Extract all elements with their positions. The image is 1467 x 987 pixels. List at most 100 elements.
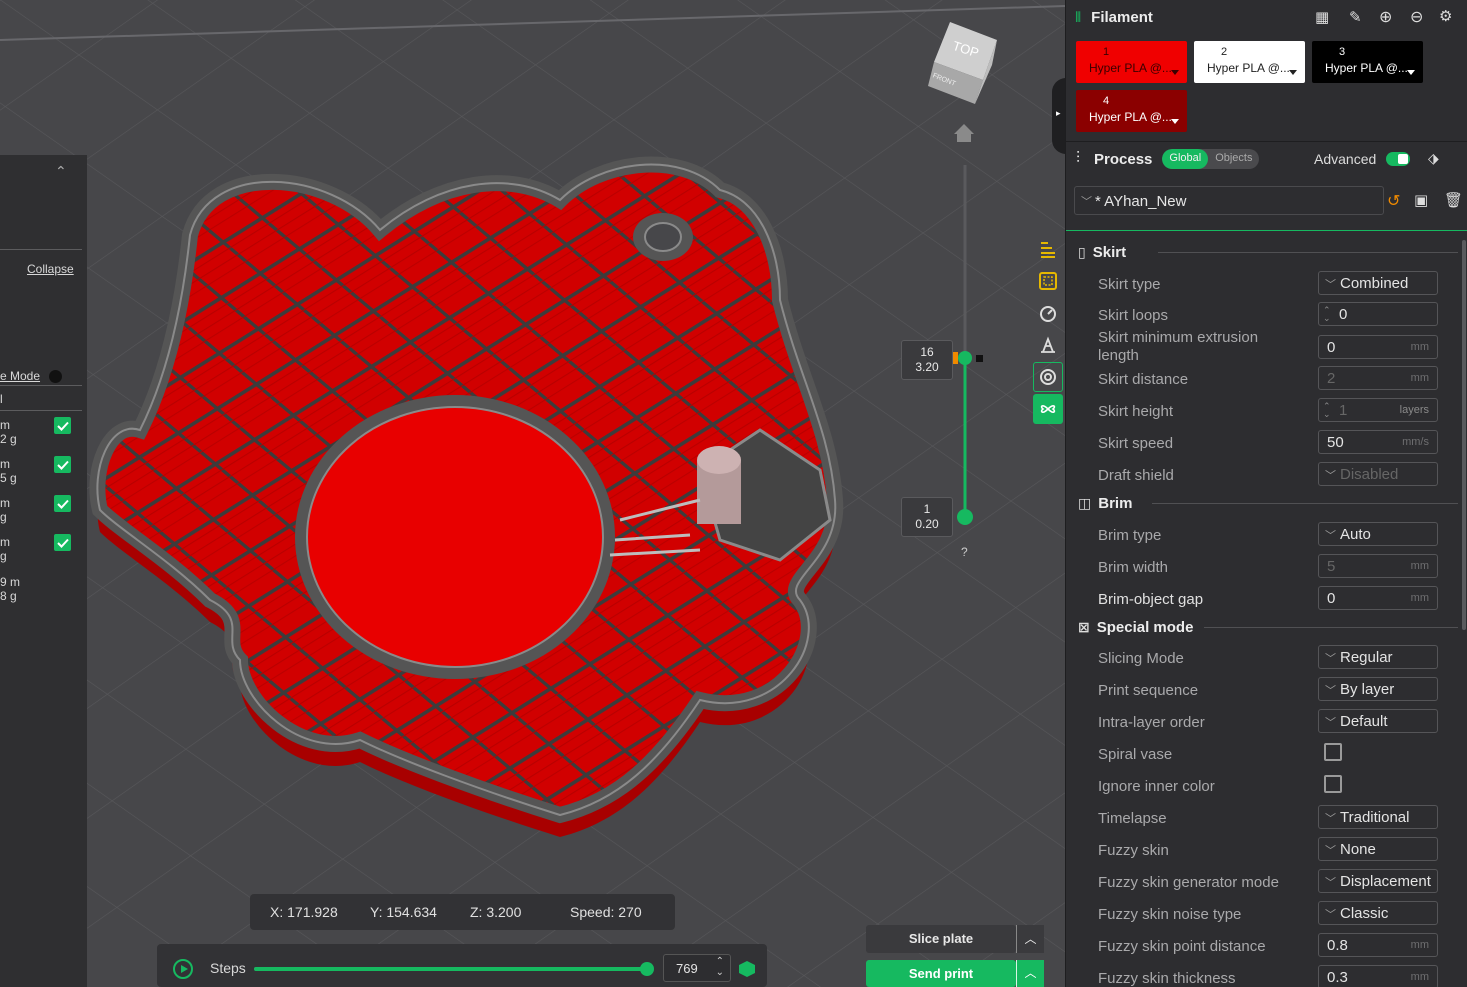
save-icon[interactable]: ▣ (1414, 191, 1428, 209)
play-icon[interactable] (173, 959, 193, 979)
chevron-down-icon (1171, 119, 1179, 124)
setting-brim-type: Brim type ﹀ Auto (1098, 522, 1458, 550)
skirt-min-extrusion-input[interactable]: 0 mm (1318, 335, 1438, 359)
checkbox-checked[interactable] (54, 456, 71, 473)
setting-fuzzy-thickness: Fuzzy skin thickness 0.3 mm (1098, 965, 1458, 987)
mode-radio[interactable] (49, 370, 62, 383)
skirt-speed-input[interactable]: 50 mm/s (1318, 430, 1438, 454)
setting-draft-shield: Draft shield ﹀ Disabled (1098, 462, 1458, 490)
chevron-down-icon (1289, 70, 1297, 75)
settings-gear-icon[interactable]: ⚙ (1439, 7, 1452, 25)
edit-filament-icon[interactable]: ✎ (1349, 8, 1362, 26)
chevron-down-icon: ﹀ (1081, 196, 1092, 208)
sidebar-collapse-tab[interactable]: ▸ (1052, 78, 1065, 154)
filament-chip-3[interactable]: 3 Hyper PLA @... (1312, 41, 1423, 83)
setting-fuzzy-noise-type: Fuzzy skin noise type ﹀ Classic (1098, 901, 1458, 929)
collapse-link[interactable]: Collapse (27, 262, 74, 276)
skirt-icon: ▯ (1078, 243, 1086, 260)
steps-slider[interactable] (254, 962, 654, 976)
slicing-mode-select[interactable]: ﹀ Regular (1318, 645, 1438, 669)
slice-plate-button[interactable]: Slice plate (866, 925, 1016, 953)
steps-slider-thumb[interactable] (640, 962, 654, 976)
setting-brim-width: Brim width 5 mm (1098, 554, 1458, 582)
skirt-type-select[interactable]: ﹀ Combined (1318, 271, 1438, 295)
setting-skirt-height: Skirt height ⌃ ⌄ 1 layers (1098, 398, 1458, 426)
expand-up-icon[interactable]: ⌃ (55, 163, 67, 180)
brim-type-select[interactable]: ﹀ Auto (1318, 522, 1438, 546)
setting-skirt-loops: Skirt loops ⌃ ⌄ 0 (1098, 302, 1458, 330)
help-button[interactable]: ? (961, 545, 968, 559)
setting-spiral-vase: Spiral vase (1098, 741, 1458, 769)
fuzzy-noise-select[interactable]: ﹀ Classic (1318, 901, 1438, 925)
left-panel: ⌃ Collapse e Mode l m2 g m5 g mg mg 9 m8… (0, 155, 87, 987)
send-menu-chevron-icon[interactable]: ︿ (1016, 960, 1044, 987)
setting-print-sequence: Print sequence ﹀ By layer (1098, 677, 1458, 705)
compare-presets-icon[interactable]: ⬗ (1428, 150, 1439, 167)
spiral-vase-checkbox[interactable] (1324, 743, 1342, 761)
list-item: m2 g (0, 418, 17, 446)
ignore-inner-color-checkbox[interactable] (1324, 775, 1342, 793)
skirt-height-spinner[interactable]: ⌃ ⌄ 1 layers (1318, 398, 1438, 422)
coord-x: X: 171.928 (270, 904, 338, 920)
print-sequence-select[interactable]: ﹀ By layer (1318, 677, 1438, 701)
skirt-distance-input[interactable]: 2 mm (1318, 366, 1438, 390)
fuzzy-generator-select[interactable]: ﹀ Displacement (1318, 869, 1438, 893)
process-preset-select[interactable]: ﹀ * AYhan_New (1074, 186, 1384, 215)
layers-icon[interactable] (1033, 234, 1063, 264)
steps-bar: Steps 769 ⌃ ⌄ (157, 944, 767, 987)
coord-y: Y: 154.634 (370, 904, 437, 920)
support-paint-icon[interactable] (1033, 330, 1063, 360)
section-skirt: ▯ Skirt (1078, 239, 1458, 265)
checkbox-checked[interactable] (54, 417, 71, 434)
timelapse-select[interactable]: ﹀ Traditional (1318, 805, 1438, 829)
global-objects-toggle[interactable]: Global Objects (1162, 149, 1260, 169)
view-mode-label[interactable]: e Mode (0, 369, 40, 383)
fuzzy-skin-select[interactable]: ﹀ None (1318, 837, 1438, 861)
section-brim: ◫ Brim (1078, 490, 1458, 516)
layer-slider-top-thumb[interactable] (958, 351, 972, 365)
multi-color-icon[interactable] (1033, 394, 1063, 424)
steps-spinbox[interactable]: 769 ⌃ ⌄ (663, 954, 731, 982)
layer-bottom-label: 1 0.20 (901, 497, 953, 537)
draft-shield-select[interactable]: ﹀ Disabled (1318, 462, 1438, 486)
intra-layer-order-select[interactable]: ﹀ Default (1318, 709, 1438, 733)
layer-cube-icon[interactable] (739, 961, 755, 977)
delete-icon[interactable]: 🗑 (1444, 191, 1463, 209)
remove-filament-icon[interactable]: ⊖ (1410, 7, 1423, 27)
tab-objects[interactable]: Objects (1208, 149, 1259, 169)
steps-label: Steps (210, 960, 246, 976)
add-filament-icon[interactable]: ⊕ (1379, 7, 1392, 27)
fuzzy-thickness-input[interactable]: 0.3 mm (1318, 965, 1438, 987)
layer-slider-bottom-thumb[interactable] (957, 509, 973, 525)
setting-brim-gap: Brim-object gap 0 mm (1098, 586, 1458, 614)
settings-scrollbar[interactable] (1462, 240, 1466, 630)
tab-global[interactable]: Global (1162, 149, 1209, 169)
advanced-toggle[interactable] (1386, 152, 1410, 166)
skirt-loops-spinner[interactable]: ⌃ ⌄ 0 (1318, 302, 1438, 326)
speed-gauge-icon[interactable] (1033, 298, 1063, 328)
setting-fuzzy-generator-mode: Fuzzy skin generator mode ﹀ Displacement (1098, 869, 1458, 897)
fuzzy-point-distance-input[interactable]: 0.8 mm (1318, 933, 1438, 957)
sync-ams-icon[interactable]: ▦ (1315, 8, 1329, 26)
settings-panel: ⦀ Filament ▦ ✎ ⊕ ⊖ ⚙ 1 Hyper PLA @... 2 Hy… (1065, 0, 1467, 987)
3d-viewport[interactable]: TOP FRONT ⌃ Collapse e Mode l m 2 g m 5 … (0, 0, 1065, 987)
chevron-down-icon (1407, 70, 1415, 75)
checkbox-checked[interactable] (54, 495, 71, 512)
list-item: mg (0, 496, 10, 524)
setting-ignore-inner-color: Ignore inner color (1098, 773, 1458, 801)
brim-width-input[interactable]: 5 mm (1318, 554, 1438, 578)
slice-menu-chevron-icon[interactable]: ︿ (1016, 925, 1044, 953)
reset-icon[interactable]: ↺ (1387, 191, 1400, 211)
coordinate-readout: X: 171.928 Y: 154.634 Z: 3.200 Speed: 27… (250, 894, 675, 930)
seam-icon[interactable] (1033, 362, 1063, 392)
filament-chip-1[interactable]: 1 Hyper PLA @... (1076, 41, 1187, 83)
scene-canvas[interactable]: TOP FRONT (0, 0, 1065, 987)
advanced-label: Advanced (1314, 151, 1377, 167)
filament-chip-2[interactable]: 2 Hyper PLA @... (1194, 41, 1305, 83)
filament-chip-4[interactable]: 4 Hyper PLA @... (1076, 90, 1187, 132)
select-icon[interactable] (1033, 266, 1063, 296)
slice-area: Slice plate ︿ Send print ︿ (866, 925, 1044, 987)
send-print-button[interactable]: Send print (866, 960, 1016, 987)
brim-gap-input[interactable]: 0 mm (1318, 586, 1438, 610)
checkbox-checked[interactable] (54, 534, 71, 551)
